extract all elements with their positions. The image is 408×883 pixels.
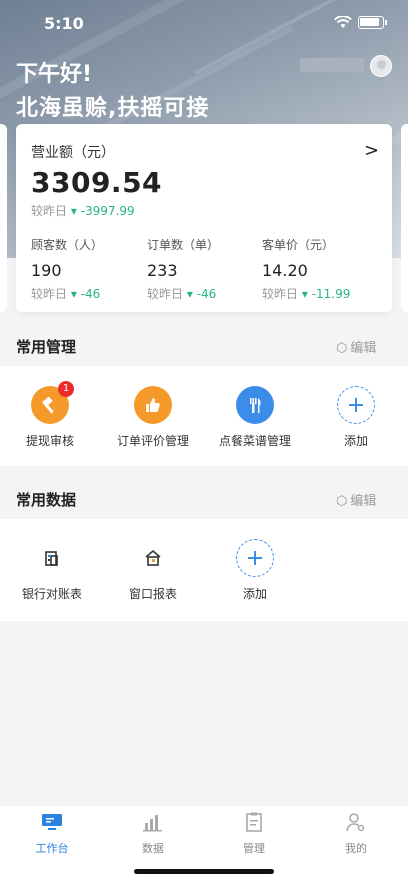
revenue-compare: 较昨日 ▾ -3997.99 <box>31 202 135 219</box>
down-arrow-icon: ▾ <box>70 287 81 301</box>
tab-label: 工作台 <box>35 842 69 855</box>
compare-value: -46 <box>80 287 101 301</box>
avg-price-compare: 较昨日 ▾ -11.99 <box>262 285 350 302</box>
home-indicator <box>134 869 274 874</box>
avatar[interactable] <box>370 55 392 77</box>
add-data-tile[interactable]: 添加 <box>205 539 305 602</box>
tile-label: 点餐菜谱管理 <box>218 434 291 448</box>
compare-label: 较昨日 <box>147 287 184 301</box>
revenue-card[interactable]: 营业额（元） > 3309.54 较昨日 ▾ -3997.99 顾客数（人） 1… <box>16 124 392 312</box>
orders-label: 订单数（单） <box>147 238 220 252</box>
orders-compare: 较昨日 ▾ -46 <box>147 285 216 302</box>
orders-value: 233 <box>147 261 178 280</box>
revenue-label: 营业额（元） <box>31 145 115 161</box>
wifi-icon <box>334 16 352 28</box>
tile-label: 提现审核 <box>25 434 74 448</box>
store-name: 北海虽赊,扶摇可接 <box>16 96 210 121</box>
tile-label: 窗口报表 <box>128 587 177 601</box>
common-manage-title: 常用管理 <box>16 338 77 356</box>
status-time: 5:10 <box>44 14 84 33</box>
house-icon <box>134 539 172 577</box>
down-arrow-icon: ▾ <box>70 204 81 218</box>
notification-badge: 1 <box>58 381 74 397</box>
user-name-placeholder[interactable] <box>300 58 364 72</box>
plus-icon <box>236 539 274 577</box>
user-gear-icon <box>346 813 365 832</box>
next-card-peek[interactable] <box>401 124 408 312</box>
tab-label: 我的 <box>345 842 367 855</box>
compare-label: 较昨日 <box>262 287 299 301</box>
common-manage-panel: 1 提现审核 订单评价管理 点餐菜谱管理 添加 <box>0 366 408 466</box>
common-data-edit-button[interactable]: ⬡ 编辑 <box>336 490 376 509</box>
monitor-icon <box>42 814 62 830</box>
tab-manage[interactable]: 管理 <box>224 812 284 856</box>
plus-icon <box>337 386 375 424</box>
greeting-text: 下午好! <box>16 62 93 87</box>
menu-manage-tile[interactable]: 点餐菜谱管理 <box>205 386 305 449</box>
revenue-value: 3309.54 <box>31 166 163 199</box>
compare-value: -46 <box>196 287 217 301</box>
settings-hex-icon: ⬡ <box>336 494 348 509</box>
compare-label: 较昨日 <box>31 287 68 301</box>
tab-label: 管理 <box>243 842 265 855</box>
hammer-icon: 1 <box>31 381 74 424</box>
chevron-right-icon[interactable]: > <box>364 140 379 161</box>
tile-label: 添加 <box>242 587 267 601</box>
bank-building-icon <box>33 539 71 577</box>
avg-price-value: 14.20 <box>262 261 308 280</box>
compare-value: -11.99 <box>311 287 351 301</box>
tile-label: 银行对账表 <box>21 587 82 601</box>
tab-data[interactable]: 数据 <box>123 812 183 856</box>
thumbs-up-icon <box>134 386 172 424</box>
settings-hex-icon: ⬡ <box>336 341 348 356</box>
customers-compare: 较昨日 ▾ -46 <box>31 285 100 302</box>
bar-chart-icon <box>143 815 162 832</box>
tab-mine[interactable]: 我的 <box>326 812 386 856</box>
common-manage-edit-button[interactable]: ⬡ 编辑 <box>336 337 376 356</box>
tab-label: 数据 <box>142 842 164 855</box>
prev-card-peek[interactable] <box>0 124 7 312</box>
avg-price-label: 客单价（元） <box>262 238 335 252</box>
bank-statement-tile[interactable]: 银行对账表 <box>2 539 102 602</box>
compare-label: 较昨日 <box>31 204 68 218</box>
tile-label: 订单评价管理 <box>116 434 189 448</box>
tile-label: 添加 <box>343 434 368 448</box>
customers-value: 190 <box>31 261 62 280</box>
order-review-tile[interactable]: 订单评价管理 <box>103 386 203 449</box>
window-report-tile[interactable]: 窗口报表 <box>103 539 203 602</box>
down-arrow-icon: ▾ <box>301 287 312 301</box>
common-data-panel: 银行对账表 窗口报表 添加 <box>0 519 408 621</box>
edit-label: 编辑 <box>350 341 377 356</box>
down-arrow-icon: ▾ <box>186 287 197 301</box>
customers-label: 顾客数（人） <box>31 238 104 252</box>
clipboard-icon <box>246 812 262 832</box>
fork-knife-icon <box>236 386 274 424</box>
tab-workbench[interactable]: 工作台 <box>22 812 82 856</box>
status-bar: 5:10 <box>0 0 408 44</box>
withdraw-review-tile[interactable]: 1 提现审核 <box>0 381 100 449</box>
battery-icon <box>358 16 387 29</box>
compare-value: -3997.99 <box>80 204 135 218</box>
edit-label: 编辑 <box>350 494 377 509</box>
add-manage-tile[interactable]: 添加 <box>306 386 406 449</box>
common-data-title: 常用数据 <box>16 491 77 509</box>
